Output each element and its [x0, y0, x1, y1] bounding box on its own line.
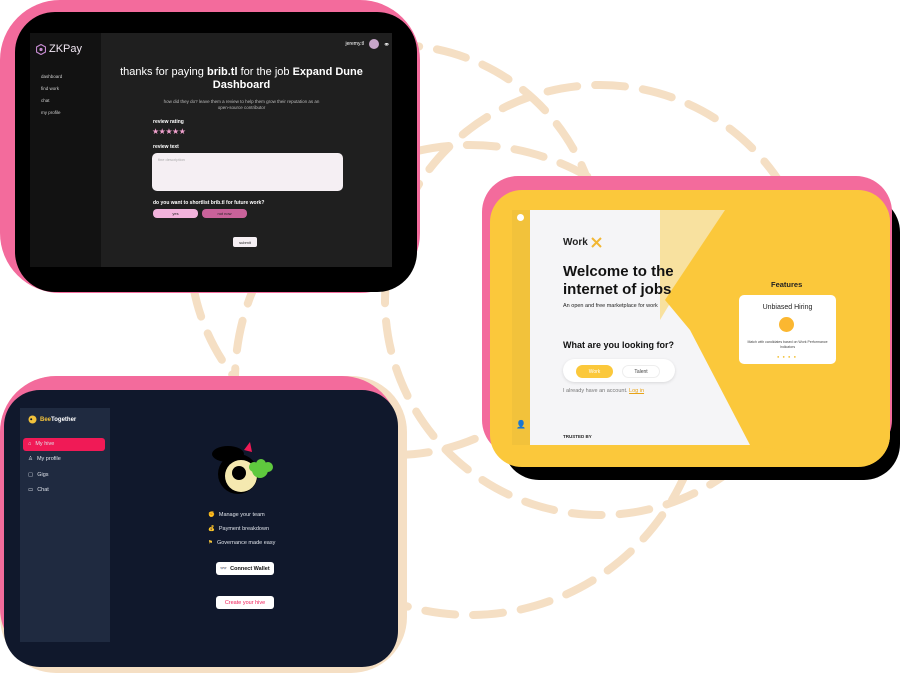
- nav-chat[interactable]: chat: [41, 98, 50, 103]
- feature-card-title: Unbiased Hiring: [762, 304, 813, 311]
- work-logo[interactable]: Work: [563, 237, 602, 248]
- talent-option-button[interactable]: Talent: [622, 365, 660, 378]
- not-now-button[interactable]: not now: [202, 209, 247, 218]
- tagline: An open and free marketplace for work: [563, 303, 658, 309]
- nav-dashboard[interactable]: dashboard: [41, 74, 62, 79]
- work-brand: Work: [563, 237, 588, 248]
- x-logo-icon: [591, 237, 602, 248]
- nav-label: Chat: [37, 487, 49, 493]
- work-option-button[interactable]: Work: [576, 365, 613, 378]
- profile-icon: ♙: [28, 456, 33, 462]
- connect-wallet-label: Connect Wallet: [230, 565, 270, 572]
- hero-heading-line1: Welcome to the: [563, 263, 674, 280]
- yes-button[interactable]: yes: [153, 209, 198, 218]
- bee-device-frame: Bee Together ⌂ My hive ♙ My profile ▢ Gigs ▭…: [4, 390, 398, 667]
- shortlist-question: do you want to shortlist brib.tl for fut…: [153, 200, 265, 206]
- work-device-frame: 👤 Work Welcome to the internet of jobs A…: [490, 190, 890, 467]
- bee-mascot-image: [212, 442, 273, 494]
- feature-card-description: Match with candidates based on Work Perf…: [747, 340, 828, 349]
- already-text: I already have an account.: [563, 388, 628, 394]
- user-name: jeremy.tl: [345, 41, 364, 47]
- feature-text: Governance made easy: [216, 540, 276, 546]
- bee-brand-a: Bee: [40, 416, 52, 423]
- nav-label: My profile: [36, 456, 61, 462]
- zkpay-sidebar: [30, 33, 101, 267]
- review-label: review text: [153, 144, 179, 150]
- nav-chat[interactable]: ▭ Chat: [28, 487, 49, 493]
- page-subtitle: how did they do? leave them a review to …: [163, 99, 320, 110]
- features-title: Features: [771, 280, 803, 289]
- flag-icon: ⚑: [208, 540, 213, 546]
- carousel-dots[interactable]: ● ● ● ●: [777, 354, 797, 359]
- title-text-2: for the job: [240, 66, 290, 78]
- hero-heading-line2: internet of jobs: [563, 281, 672, 298]
- feature-manage-team: ✊ Manage your team: [208, 512, 265, 518]
- feature-payment-breakdown: 💰 Payment breakdown: [208, 526, 269, 532]
- brain-icon: [779, 317, 794, 332]
- avatar[interactable]: [369, 39, 379, 49]
- connect-wallet-button[interactable]: 👓 Connect Wallet: [216, 562, 274, 575]
- star-rating[interactable]: ★★★★★: [152, 127, 186, 136]
- zkpay-logo[interactable]: ZKPay: [36, 43, 82, 55]
- submit-button[interactable]: submit: [233, 237, 257, 247]
- chat-icon: ▭: [28, 487, 34, 493]
- looking-for-question: What are you looking for?: [563, 340, 675, 350]
- zkpay-screen: ZKPay dashboard find work chat my profil…: [30, 33, 392, 267]
- nav-label: Gigs: [37, 472, 49, 478]
- hexagon-logo-icon: [36, 43, 46, 55]
- briefcase-icon: ▢: [28, 472, 34, 478]
- nav-gigs[interactable]: ▢ Gigs: [28, 472, 49, 478]
- nav-label: My hive: [35, 441, 55, 447]
- login-link[interactable]: Log in: [629, 388, 644, 394]
- feature-governance: ⚑ Governance made easy: [208, 540, 275, 546]
- page-title: thanks for paying brib.tl for the job Ex…: [101, 66, 382, 92]
- bee-logo[interactable]: Bee Together: [28, 415, 76, 424]
- zkpay-brand: ZKPay: [49, 43, 83, 55]
- feature-text: Manage your team: [218, 512, 265, 518]
- review-textarea[interactable]: fine description: [152, 153, 343, 191]
- bee-brand-b: Together: [51, 416, 77, 423]
- glasses-icon: 👓: [220, 565, 228, 572]
- nav-my-hive[interactable]: ⌂ My hive: [28, 441, 54, 447]
- nav-find-work[interactable]: find work: [41, 86, 59, 91]
- bee-logo-icon: [28, 415, 37, 424]
- feature-text: Payment breakdown: [218, 526, 269, 532]
- title-freelancer: brib.tl: [206, 66, 238, 78]
- nav-my-profile[interactable]: ♙ My profile: [28, 456, 61, 462]
- money-bag-icon: 💰: [208, 526, 215, 532]
- review-placeholder: fine description: [158, 157, 185, 162]
- nav-my-profile[interactable]: my profile: [41, 110, 61, 115]
- hero-heading: Welcome to the internet of jobs: [563, 263, 674, 299]
- already-account-text: I already have an account. Log in: [563, 388, 644, 394]
- create-hive-button[interactable]: Create your hive: [216, 596, 274, 609]
- rating-label: review rating: [153, 119, 184, 125]
- link-icon[interactable]: ⚭: [383, 40, 390, 49]
- muscle-icon: ✊: [208, 512, 215, 518]
- title-text: thanks for paying: [120, 66, 204, 78]
- trusted-by-label: TRUSTED BY: [563, 434, 592, 439]
- hive-icon: ⌂: [28, 441, 32, 447]
